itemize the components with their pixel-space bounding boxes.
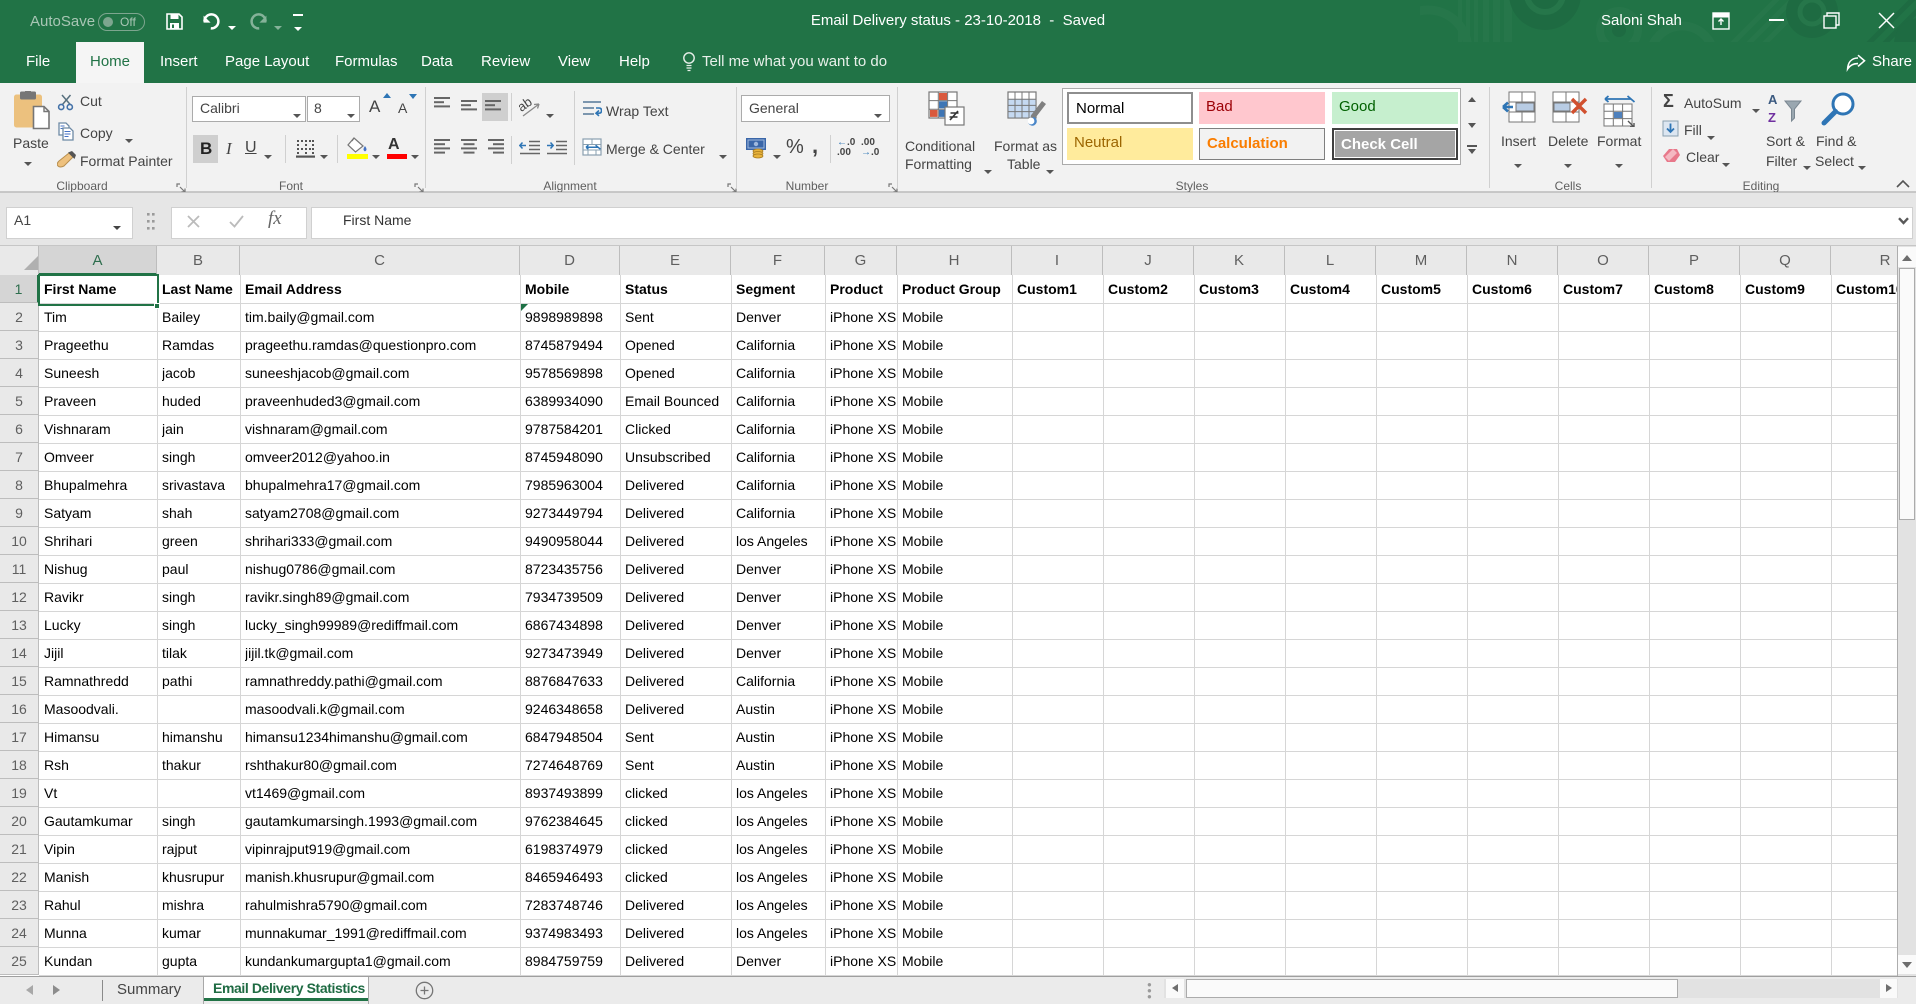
svg-text:A: A xyxy=(1768,92,1778,107)
svg-text:Z: Z xyxy=(1768,110,1776,125)
svg-text:ab: ab xyxy=(519,95,535,115)
